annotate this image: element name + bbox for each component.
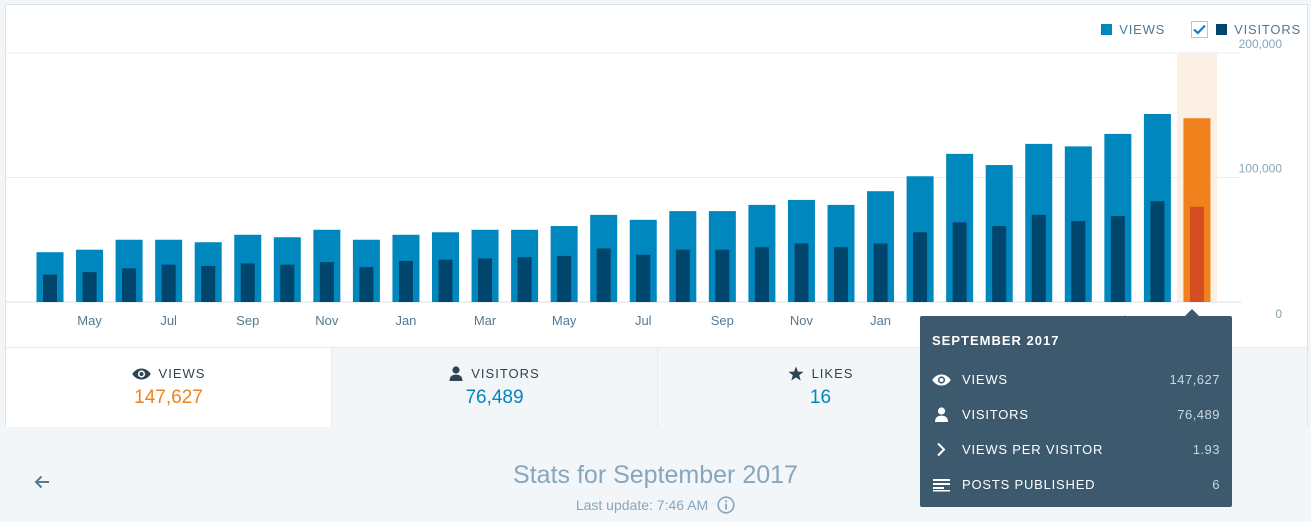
visitors-bar (834, 247, 848, 302)
chevron-right-icon (937, 442, 946, 457)
visitors-bar (992, 226, 1007, 302)
visitors-bar (161, 264, 176, 302)
visitors-bar (596, 248, 611, 302)
tooltip-views-value: 147,627 (1169, 372, 1220, 387)
x-tick-label: Sep (236, 313, 259, 328)
visitors-bar (794, 243, 809, 302)
visitors-bar (359, 267, 374, 302)
tooltip-row-views: VIEWS 147,627 (932, 362, 1220, 397)
tab-views-value: 147,627 (134, 387, 203, 408)
y-tick-label: 200,000 (1239, 37, 1283, 51)
person-icon (935, 407, 948, 422)
x-tick-label: Jul (160, 313, 177, 328)
tooltip-row-visitors: VISITORS 76,489 (932, 397, 1220, 432)
eye-icon (131, 368, 151, 379)
last-update-text: Last update: 7:46 AM (575, 497, 709, 513)
visitors-bar (122, 268, 137, 302)
tab-views[interactable]: VIEWS 147,627 (6, 348, 332, 427)
tooltip-title: SEPTEMBER 2017 (932, 333, 1060, 348)
visitors-bar (913, 232, 928, 302)
person-icon (449, 366, 463, 381)
visitors-bar (201, 265, 216, 302)
x-tick-label: Nov (790, 313, 814, 328)
tab-likes-label: LIKES (811, 366, 854, 381)
page-title: Stats for September 2017 (513, 461, 798, 489)
x-tick-label: Jul (635, 313, 652, 328)
visitors-bar (1031, 214, 1046, 302)
last-update: Last update: 7:46 AM (0, 496, 1311, 514)
tooltip-vpv-value: 1.93 (1192, 442, 1220, 457)
visitors-bar (557, 255, 572, 302)
visitors-bar (478, 258, 493, 302)
tab-visitors-value: 76,489 (465, 387, 524, 408)
tooltip-vpv-label: VIEWS PER VISITOR (962, 442, 1104, 457)
visitors-bar (1110, 216, 1125, 302)
visitors-bar (82, 272, 97, 302)
visitors-bar (636, 254, 651, 302)
visitors-bar (1071, 221, 1086, 302)
visitors-bar (873, 243, 888, 302)
tooltip-visitors-label: VISITORS (962, 407, 1029, 422)
x-tick-label: May (552, 313, 577, 328)
y-tick-label: 0 (1275, 307, 1282, 321)
visitors-bar (754, 247, 769, 302)
bar-chart: MayJulSepNovJanMarMayJulSepNovJanMarMayJ… (6, 37, 1283, 328)
visitors-bar (398, 260, 413, 302)
x-tick-label: Jan (395, 313, 416, 328)
visitors-bar (517, 257, 532, 302)
tab-views-label: VIEWS (158, 366, 206, 381)
visitors-bar (319, 262, 334, 302)
x-tick-label: Nov (315, 313, 339, 328)
y-tick-label: 100,000 (1239, 162, 1283, 176)
info-icon[interactable] (717, 496, 735, 514)
visitors-bar (715, 249, 730, 302)
visitors-bar (43, 274, 57, 302)
visitors-bar (675, 249, 690, 302)
visitors-bar (1150, 201, 1165, 302)
star-icon (788, 366, 804, 381)
tooltip-views-label: VIEWS (962, 372, 1008, 387)
visitors-bar (1189, 206, 1204, 302)
tab-visitors[interactable]: VISITORS 76,489 (332, 348, 658, 427)
x-tick-label: Sep (711, 313, 734, 328)
x-tick-label: May (77, 313, 102, 328)
visitors-bar (438, 259, 453, 302)
visitors-bar (280, 264, 295, 302)
visitors-bar (952, 222, 967, 302)
x-tick-label: Jan (870, 313, 891, 328)
visitors-bar (240, 263, 255, 302)
x-tick-label: Mar (474, 313, 497, 328)
eye-icon (932, 374, 951, 385)
tab-visitors-label: VISITORS (471, 366, 540, 381)
tooltip-visitors-value: 76,489 (1177, 407, 1220, 422)
